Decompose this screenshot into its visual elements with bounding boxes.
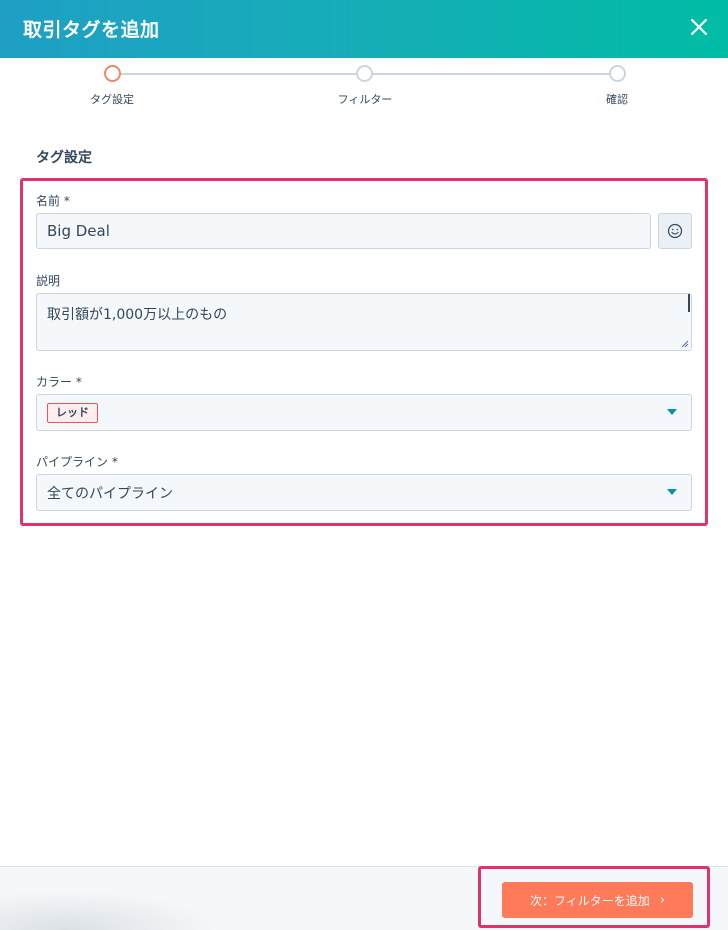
description-label: 説明 xyxy=(36,274,61,288)
step-1-label: タグ設定 xyxy=(90,93,134,106)
step-1-indicator xyxy=(104,65,121,82)
close-button[interactable] xyxy=(684,12,714,42)
step-2-indicator xyxy=(356,65,373,82)
next-button-label: 次：フィルターを追加 xyxy=(530,893,650,908)
smiley-icon xyxy=(667,223,683,239)
pipeline-selected-value: 全てのパイプライン xyxy=(47,485,173,502)
caret-down-icon xyxy=(667,409,677,415)
text-caret xyxy=(688,294,690,312)
next-add-filter-button[interactable]: 次：フィルターを追加 › xyxy=(502,882,693,918)
color-select[interactable]: レッド xyxy=(36,394,692,431)
pipeline-select[interactable]: 全てのパイプライン xyxy=(36,474,692,511)
caret-down-icon xyxy=(667,489,677,495)
footer-shadow xyxy=(0,890,220,930)
progress-stepper: タグ設定 フィルター 確認 xyxy=(0,58,728,118)
description-value: 取引額が1,000万以上のもの xyxy=(47,307,228,323)
color-tag-badge: レッド xyxy=(47,402,98,423)
step-2-label: フィルター xyxy=(337,93,393,106)
close-icon xyxy=(690,18,708,36)
emoji-picker-button[interactable] xyxy=(658,213,692,249)
chevron-right-icon: › xyxy=(659,892,665,908)
name-input[interactable]: Big Deal xyxy=(36,213,651,249)
section-title: タグ設定 xyxy=(36,150,92,166)
step-connector xyxy=(373,73,609,75)
dialog-title: 取引タグを追加 xyxy=(23,19,160,41)
description-textarea[interactable]: 取引額が1,000万以上のもの xyxy=(36,293,692,351)
name-label: 名前 * xyxy=(36,194,70,208)
name-input-value: Big Deal xyxy=(47,222,110,240)
dialog-header: 取引タグを追加 xyxy=(0,0,728,58)
pipeline-label: パイプライン * xyxy=(36,455,118,469)
step-3-label: 確認 xyxy=(606,93,628,106)
resize-grip-icon[interactable] xyxy=(681,340,689,348)
step-3-indicator xyxy=(609,65,626,82)
color-label: カラー * xyxy=(36,375,82,389)
step-connector xyxy=(121,73,356,75)
